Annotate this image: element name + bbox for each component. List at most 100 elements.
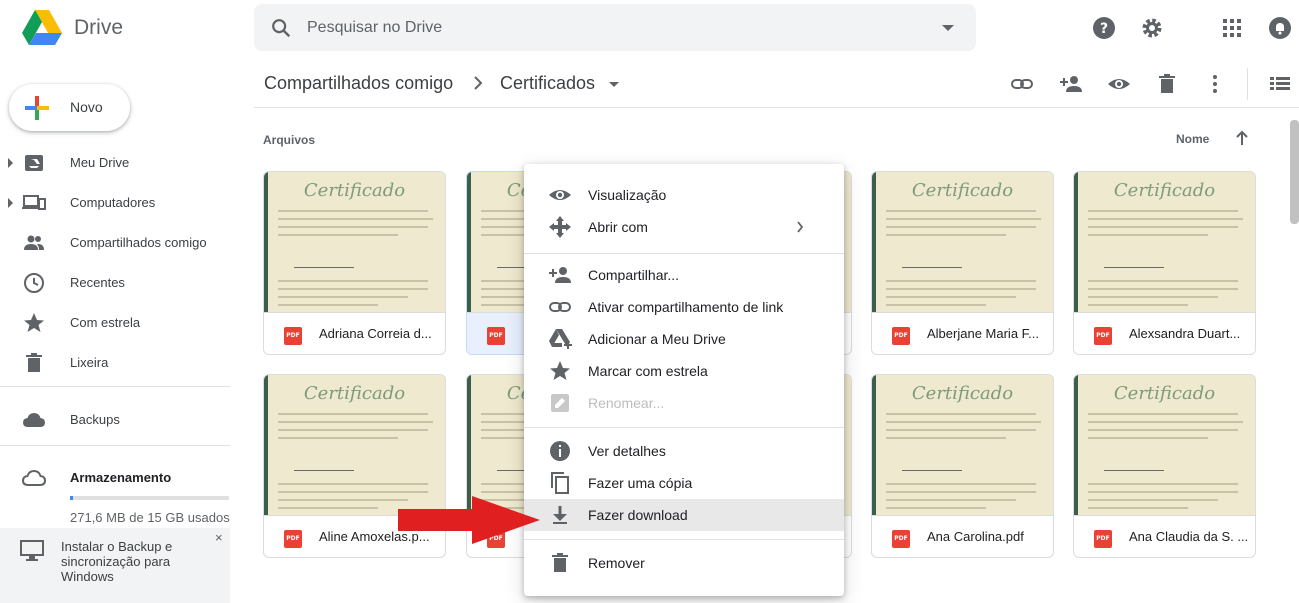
file-caption: PDF Adriana Correia d... xyxy=(264,312,445,354)
notifications-icon[interactable] xyxy=(1268,16,1292,40)
pdf-icon: PDF xyxy=(284,530,302,548)
menu-item-star[interactable]: Marcar com estrela xyxy=(524,355,844,387)
certificate-text-line xyxy=(886,413,1036,415)
file-card[interactable]: Certificado PDF Alberjane Maria F... xyxy=(871,171,1054,355)
certificate-text-line xyxy=(886,226,1036,228)
certificate-text-line xyxy=(1088,437,1208,439)
pdf-icon: PDF xyxy=(892,530,910,548)
sidebar-item-storage[interactable]: Armazenamento xyxy=(0,460,230,496)
close-icon[interactable]: × xyxy=(215,530,223,545)
certificate-text-line xyxy=(1088,483,1238,485)
link-icon[interactable] xyxy=(1010,72,1034,96)
eye-icon xyxy=(549,190,571,200)
search-input[interactable]: Pesquisar no Drive xyxy=(307,19,442,37)
settings-icon[interactable] xyxy=(1140,16,1164,40)
link-icon xyxy=(549,302,571,312)
menu-item-preview[interactable]: Visualização xyxy=(524,179,844,211)
certificate-text-line xyxy=(278,413,428,415)
certificate-text-line xyxy=(278,226,428,228)
info-icon xyxy=(550,441,570,461)
sidebar-item-label: Compartilhados comigo xyxy=(70,235,207,250)
add-person-icon[interactable] xyxy=(1059,72,1083,96)
storage-label: Armazenamento xyxy=(70,470,172,485)
top-bar: Drive Pesquisar no Drive ? xyxy=(0,0,1299,58)
expand-arrow-icon[interactable] xyxy=(8,198,13,208)
menu-item-remove[interactable]: Remover xyxy=(524,547,844,579)
help-icon[interactable]: ? xyxy=(1092,16,1116,40)
certificate-text-line xyxy=(278,296,408,298)
certificate-text-line xyxy=(886,218,1041,220)
toolbar-bottom-divider xyxy=(254,107,1299,108)
file-card[interactable]: Certificado PDF Adriana Correia d... xyxy=(263,171,446,355)
menu-item-share[interactable]: Compartilhar... xyxy=(524,259,844,291)
certificate-text-line xyxy=(1088,304,1188,306)
drive-logo[interactable] xyxy=(22,10,62,46)
file-card[interactable]: Certificado PDF Ana Claudia da S. ... xyxy=(1073,374,1256,558)
certificate-text-line xyxy=(1088,429,1238,431)
chevron-down-icon[interactable] xyxy=(609,82,619,87)
certificate-text-line xyxy=(278,288,428,290)
certificate-text-line xyxy=(1088,421,1243,423)
file-card[interactable]: Certificado PDF Ana Carolina.pdf xyxy=(871,374,1054,558)
file-name: Ana Carolina.pdf xyxy=(927,529,1024,544)
certificate-text-line xyxy=(1088,296,1218,298)
certificate-text-line xyxy=(886,296,1016,298)
sort-by-name[interactable]: Nome xyxy=(1176,132,1209,146)
expand-arrow-icon[interactable] xyxy=(8,158,13,168)
menu-item-add-to-drive[interactable]: Adicionar a Meu Drive xyxy=(524,323,844,355)
scrollbar[interactable] xyxy=(1290,120,1299,224)
add-to-drive-icon xyxy=(549,329,572,349)
share-icon xyxy=(549,267,571,283)
certificate-text-line xyxy=(886,288,1036,290)
certificate-signature xyxy=(294,457,354,471)
certificate-text-line xyxy=(278,304,378,306)
menu-item-label: Fazer uma cópia xyxy=(588,475,693,491)
install-backup-banner[interactable]: Instalar o Backup e sincronização para W… xyxy=(0,528,230,603)
arrow-up-icon[interactable] xyxy=(1235,130,1249,146)
clock-icon xyxy=(24,273,44,293)
certificate-text-line xyxy=(1088,226,1238,228)
menu-item-copy[interactable]: Fazer uma cópia xyxy=(524,467,844,499)
search-icon[interactable] xyxy=(270,17,292,39)
sidebar-item-trash[interactable]: Lixeira xyxy=(0,345,230,381)
certificate-text-line xyxy=(278,499,408,501)
file-name: Ana Claudia da S. ... xyxy=(1129,529,1247,544)
install-backup-text: Instalar o Backup e sincronização para W… xyxy=(61,539,173,584)
apps-icon[interactable] xyxy=(1220,16,1244,40)
sidebar-item-shared[interactable]: Compartilhados comigo xyxy=(0,225,230,261)
new-button[interactable]: Novo xyxy=(9,84,130,131)
storage-usage-bar xyxy=(70,496,229,500)
certificate-text-line xyxy=(278,429,428,431)
sidebar-item-backups[interactable]: Backups xyxy=(0,402,230,438)
menu-item-label: Remover xyxy=(588,555,645,571)
menu-item-link-sharing[interactable]: Ativar compartilhamento de link xyxy=(524,291,844,323)
sidebar-item-my-drive[interactable]: Meu Drive xyxy=(0,145,230,181)
certificate-signature xyxy=(902,457,962,471)
certificate-text-line xyxy=(278,483,428,485)
certificate-text-line xyxy=(886,421,1041,423)
menu-item-open-with[interactable]: Abrir com xyxy=(524,211,844,243)
sidebar-item-computers[interactable]: Computadores xyxy=(0,185,230,221)
certificate-text-line xyxy=(886,437,1006,439)
menu-item-details[interactable]: Ver detalhes xyxy=(524,435,844,467)
pdf-icon: PDF xyxy=(1094,530,1112,548)
sidebar-item-label: Lixeira xyxy=(70,355,109,370)
breadcrumb-parent[interactable]: Compartilhados comigo xyxy=(264,73,453,94)
more-icon[interactable] xyxy=(1203,72,1227,96)
certificate-text-line xyxy=(1088,491,1238,493)
red-arrow-annotation xyxy=(398,496,540,544)
breadcrumb-current[interactable]: Certificados xyxy=(500,73,595,94)
new-button-label: Novo xyxy=(70,99,103,115)
sidebar-item-starred[interactable]: Com estrela xyxy=(0,305,230,341)
list-view-icon[interactable] xyxy=(1268,72,1292,96)
menu-item-label: Compartilhar... xyxy=(588,267,680,283)
trash-icon[interactable] xyxy=(1155,72,1179,96)
search-bar[interactable]: Pesquisar no Drive xyxy=(254,4,976,51)
menu-item-label: Abrir com xyxy=(588,219,648,235)
preview-icon[interactable] xyxy=(1107,72,1131,96)
search-options-icon[interactable] xyxy=(942,25,954,31)
menu-item-download[interactable]: Fazer download xyxy=(524,499,844,531)
file-card[interactable]: Certificado PDF Alexsandra Duart... xyxy=(1073,171,1256,355)
sidebar-item-recent[interactable]: Recentes xyxy=(0,265,230,301)
sidebar-divider xyxy=(0,386,230,387)
